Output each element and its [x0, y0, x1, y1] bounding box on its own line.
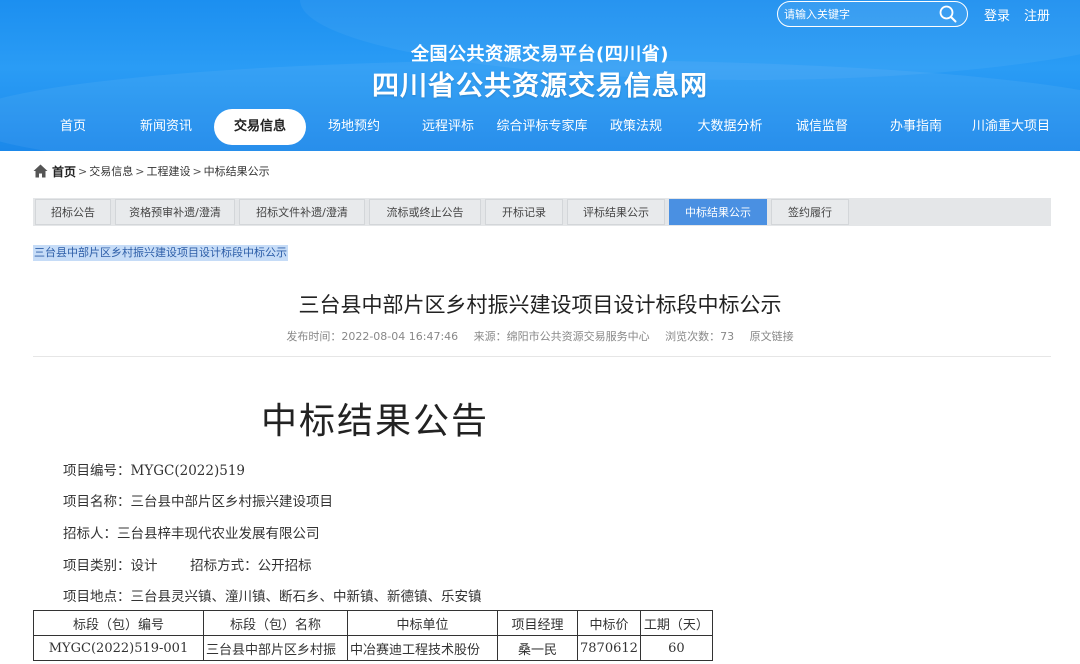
login-link[interactable]: 登录 — [984, 5, 1010, 24]
tenderer: 招标人：三台县梓丰现代农业发展有限公司 — [63, 526, 320, 542]
article-meta: 发布时间：2022-08-04 16:47:46 来源：绵阳市公共资源交易服务中… — [0, 328, 1080, 344]
article-source: 来源：绵阳市公共资源交易服务中心 — [473, 330, 650, 343]
table-cell: 7870612 — [577, 635, 641, 661]
category-tabs: 招标公告 资格预审补遗/澄清 招标文件补遗/澄清 流标或终止公告 开标记录 评标… — [33, 198, 1051, 226]
project-type-line: 项目类别：设计 招标方式：公开招标 — [63, 554, 312, 574]
project-name: 项目名称：三台县中部片区乡村振兴建设项目 — [63, 494, 333, 510]
table-cell: 中冶赛迪工程技术股份 — [347, 635, 498, 661]
platform-title: 全国公共资源交易平台(四川省) — [411, 44, 669, 65]
project-type: 项目类别：设计 — [63, 558, 158, 574]
project-number: 项目编号：MYGC(2022)519 — [63, 463, 246, 479]
breadcrumb: 首页 > 交易信息 > 工程建设 > 中标结果公示 — [33, 162, 270, 180]
article-title: 三台县中部片区乡村振兴建设项目设计标段中标公示 — [298, 293, 782, 317]
nav-item-guide[interactable]: 办事指南 — [884, 109, 948, 145]
nav-item-remote-evaluation[interactable]: 远程评标 — [416, 109, 480, 145]
tab-tender-doc-addendum[interactable]: 招标文件补遗/澄清 — [239, 199, 365, 225]
project-location: 项目地点：三台县灵兴镇、潼川镇、断石乡、中新镇、新德镇、乐安镇 — [63, 589, 482, 605]
register-link[interactable]: 注册 — [1024, 5, 1050, 24]
tab-tender-notice[interactable]: 招标公告 — [35, 199, 111, 225]
table-header: 标段（包）编号 — [33, 610, 204, 636]
table-cell: 三台县中部片区乡村振 — [203, 635, 348, 661]
tab-prequalification-addendum[interactable]: 资格预审补遗/澄清 — [115, 199, 235, 225]
search-icon[interactable] — [939, 5, 957, 23]
notice-heading: 中标结果公告 — [261, 401, 490, 442]
table-header: 中标价 — [577, 610, 641, 636]
article-link[interactable]: 三台县中部片区乡村振兴建设项目设计标段中标公示 — [33, 245, 288, 261]
table-header: 中标单位 — [347, 610, 498, 636]
table-cell: MYGC(2022)519-001 — [33, 635, 204, 661]
original-link[interactable]: 原文链接 — [750, 330, 794, 343]
breadcrumb-home[interactable]: 首页 — [52, 163, 76, 180]
breadcrumb-separator: > — [135, 164, 145, 178]
breadcrumb-item-engineering[interactable]: 工程建设 — [146, 163, 190, 179]
table-cell: 60 — [639, 635, 713, 661]
nav-item-home[interactable]: 首页 — [52, 109, 94, 145]
nav-item-venue-booking[interactable]: 场地预约 — [322, 109, 386, 145]
publish-time: 发布时间：2022-08-04 16:47:46 — [286, 330, 459, 343]
main-nav: 首页 新闻资讯 交易信息 场地预约 远程评标 综合评标专家库 政策法规 大数据分… — [0, 109, 1080, 147]
nav-item-chuanyu-projects[interactable]: 川渝重大项目 — [968, 109, 1054, 145]
search-input[interactable] — [784, 5, 934, 23]
tab-award-result[interactable]: 中标结果公示 — [669, 199, 767, 225]
site-header: 登录 注册 全国公共资源交易平台(四川省) 四川省公共资源交易信息网 首页 新闻… — [0, 0, 1080, 151]
view-count: 浏览次数：73 — [665, 330, 735, 343]
tab-bid-opening-record[interactable]: 开标记录 — [485, 199, 563, 225]
table-cell: 桑一民 — [497, 635, 578, 661]
search-box — [777, 1, 968, 27]
tab-failed-terminated-notice[interactable]: 流标或终止公告 — [369, 199, 481, 225]
nav-item-big-data[interactable]: 大数据分析 — [692, 109, 768, 145]
site-title: 四川省公共资源交易信息网 — [372, 71, 708, 102]
bid-method: 招标方式：公开招标 — [190, 558, 312, 574]
tab-contract-performance[interactable]: 签约履行 — [771, 199, 849, 225]
table-row: MYGC(2022)519-001 三台县中部片区乡村振 中冶赛迪工程技术股份 … — [33, 635, 713, 661]
nav-item-expert-pool[interactable]: 综合评标专家库 — [494, 109, 590, 145]
result-table: 标段（包）编号 标段（包）名称 中标单位 项目经理 中标价 工期（天） MYGC… — [33, 610, 713, 661]
nav-item-news[interactable]: 新闻资讯 — [134, 109, 198, 145]
nav-item-credit-supervision[interactable]: 诚信监督 — [790, 109, 854, 145]
table-header-row: 标段（包）编号 标段（包）名称 中标单位 项目经理 中标价 工期（天） — [33, 610, 713, 636]
table-header: 工期（天） — [639, 610, 713, 636]
nav-item-trading-info[interactable]: 交易信息 — [214, 109, 306, 145]
divider — [33, 356, 1051, 357]
home-icon — [33, 164, 48, 178]
breadcrumb-separator: > — [78, 164, 88, 178]
breadcrumb-separator: > — [192, 164, 202, 178]
table-header: 标段（包）名称 — [203, 610, 348, 636]
breadcrumb-item-trading-info[interactable]: 交易信息 — [89, 163, 133, 179]
tab-evaluation-result[interactable]: 评标结果公示 — [567, 199, 665, 225]
table-header: 项目经理 — [497, 610, 578, 636]
nav-item-policy[interactable]: 政策法规 — [604, 109, 668, 145]
breadcrumb-item-award-result[interactable]: 中标结果公示 — [204, 163, 270, 179]
